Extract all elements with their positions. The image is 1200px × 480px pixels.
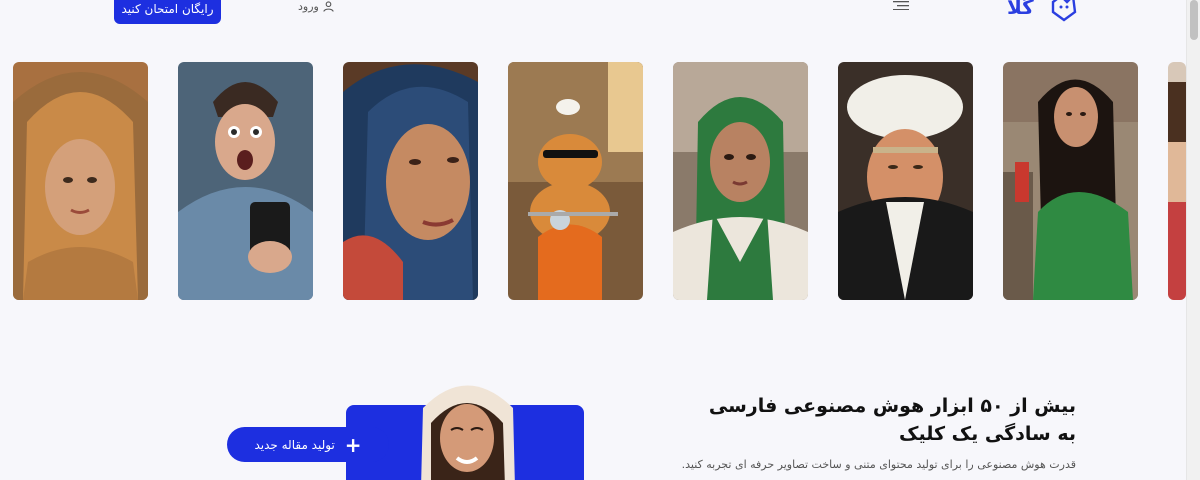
gallery-image	[838, 62, 973, 300]
site-logo[interactable]: گلا	[1003, 0, 1077, 22]
gallery-card-woman-green-scarf[interactable]	[673, 62, 808, 300]
gallery-card-cat-scooter[interactable]	[508, 62, 643, 300]
hero-title: بیش از ۵۰ ابزار هوش مصنوعی فارسی به سادگ…	[708, 395, 1076, 445]
hero-portrait-image	[421, 385, 515, 480]
menu-icon[interactable]	[893, 0, 909, 10]
gallery-image	[343, 62, 478, 300]
plus-icon: +	[344, 432, 362, 457]
gallery-card-shocked-man[interactable]	[178, 62, 313, 300]
gallery-image	[178, 62, 313, 300]
gallery-image	[13, 62, 148, 300]
new-article-button[interactable]: + تولید مقاله جدید	[227, 427, 389, 462]
gallery-image	[508, 62, 643, 300]
user-icon	[323, 0, 334, 12]
new-article-label: تولید مقاله جدید	[254, 437, 335, 452]
page-scrollbar[interactable]	[1186, 0, 1200, 480]
scrollbar-thumb[interactable]	[1190, 0, 1198, 40]
gallery-image	[1168, 62, 1186, 300]
gallery-card-woman-navy-scarf[interactable]	[343, 62, 478, 300]
try-free-button[interactable]: رایگان امتحان کنید	[114, 0, 221, 24]
header: رایگان امتحان کنید ورود گلا	[0, 0, 1186, 30]
image-gallery	[0, 62, 1186, 300]
gallery-card-woman-patterned-scarf[interactable]	[13, 62, 148, 300]
login-link[interactable]: ورود	[298, 0, 334, 13]
gallery-card-man-turban[interactable]	[838, 62, 973, 300]
hero-subtitle: قدرت هوش مصنوعی را برای تولید محتوای متن…	[681, 458, 1076, 471]
gallery-card-woman-green-shawl[interactable]	[1003, 62, 1138, 300]
gallery-image	[673, 62, 808, 300]
gallery-image	[1003, 62, 1138, 300]
logo-text: گلا	[1007, 0, 1034, 19]
login-label: ورود	[298, 0, 319, 13]
gallery-card-boy-partial[interactable]	[1168, 62, 1186, 300]
logo-mark-icon	[1051, 0, 1077, 22]
